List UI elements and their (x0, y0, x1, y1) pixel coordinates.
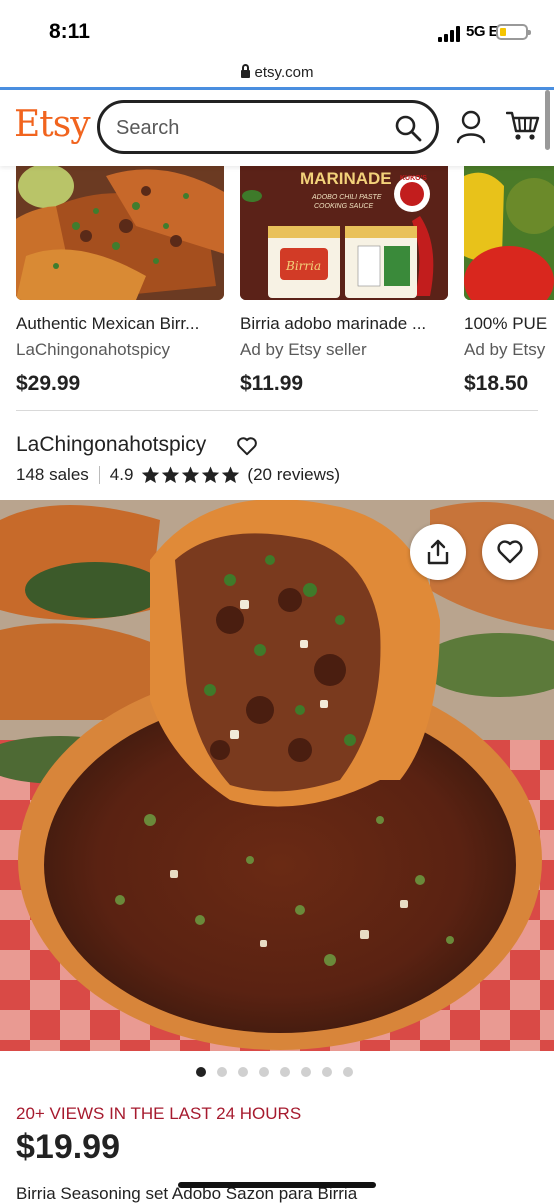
favorite-shop-heart-icon[interactable] (236, 436, 258, 456)
shop-sales: 148 sales (16, 465, 89, 484)
related-card-shop: LaChingonahotspicy (16, 340, 171, 359)
star-icon (202, 466, 220, 483)
lock-icon (240, 64, 250, 78)
shop-stats: 148 sales 4.9 (20 reviews) (16, 465, 340, 485)
related-card[interactable]: MARINADE ADOBO CHILI PASTE COOKING SAUCE… (240, 166, 450, 396)
jar-label: Birria (285, 259, 321, 273)
kukos-label: KUKO'S (400, 175, 427, 182)
related-card-price: $18.50 (464, 372, 529, 395)
tacos-photo (16, 166, 224, 300)
heart-icon (497, 540, 523, 564)
peppers-photo (464, 166, 554, 300)
pagination-dot[interactable] (301, 1067, 311, 1077)
pagination-dot[interactable] (196, 1067, 206, 1077)
network-label: 5G E (466, 23, 499, 40)
url-text: etsy.com (254, 64, 314, 81)
related-card-price: $11.99 (240, 372, 304, 395)
section-divider (16, 410, 538, 411)
pagination-dot[interactable] (343, 1067, 353, 1077)
related-card-image[interactable]: MARINADE ADOBO CHILI PASTE COOKING SAUCE… (240, 166, 448, 300)
share-icon (427, 539, 449, 565)
favorite-listing-button[interactable] (482, 524, 538, 580)
marinade-photo: MARINADE ADOBO CHILI PASTE COOKING SAUCE… (240, 166, 448, 300)
image-pagination (196, 1067, 364, 1077)
battery-icon (496, 24, 531, 40)
pagination-dot[interactable] (238, 1067, 248, 1077)
search-icon[interactable] (394, 114, 422, 142)
site-header: Etsy (0, 90, 554, 166)
status-time: 8:11 (49, 20, 90, 43)
related-listings: Authentic Mexican Birr... LaChingonahots… (0, 166, 554, 410)
search-box[interactable] (97, 100, 439, 154)
stat-divider (98, 466, 100, 484)
shop-reviews-link[interactable]: (20 reviews) (247, 465, 340, 485)
scrollbar-thumb[interactable] (545, 90, 550, 150)
pagination-dot[interactable] (217, 1067, 227, 1077)
related-card-title[interactable]: 100% PUE (464, 314, 554, 334)
marinade-subheading-2: COOKING SAUCE (314, 203, 373, 210)
related-card[interactable]: 100% PUE Ad by Etsy $18.50 (464, 166, 554, 396)
pagination-dot[interactable] (322, 1067, 332, 1077)
pagination-dot[interactable] (280, 1067, 290, 1077)
related-card-shop: Ad by Etsy (464, 340, 546, 359)
search-input[interactable] (116, 115, 376, 141)
pagination-dot[interactable] (259, 1067, 269, 1077)
listing-price: $19.99 (16, 1128, 120, 1166)
signal-icon (438, 26, 464, 42)
star-icon (182, 466, 200, 483)
listing-main-image[interactable] (0, 500, 554, 1051)
etsy-logo[interactable]: Etsy (14, 104, 91, 145)
shop-rating: 4.9 (109, 465, 134, 484)
star-icon (162, 466, 180, 483)
marinade-heading: MARINADE (300, 169, 392, 188)
status-bar: 8:11 5G E (0, 0, 554, 60)
marinade-subheading: ADOBO CHILI PASTE (311, 194, 382, 201)
related-card-image[interactable] (464, 166, 554, 300)
shop-name-link[interactable]: LaChingonahotspicy (16, 433, 206, 457)
related-card-image[interactable] (16, 166, 224, 300)
related-card-title[interactable]: Authentic Mexican Birr... (16, 314, 224, 334)
url-bar[interactable]: etsy.com (0, 60, 554, 88)
birria-photo (0, 500, 554, 1051)
related-card-shop: Ad by Etsy seller (240, 340, 367, 359)
star-icon (222, 466, 240, 483)
views-badge: 20+ VIEWS IN THE LAST 24 HOURS (16, 1104, 302, 1123)
related-card-price: $29.99 (16, 372, 81, 395)
related-card-title[interactable]: Birria adobo marinade ... (240, 314, 448, 334)
cart-icon[interactable] (506, 110, 540, 142)
share-button[interactable] (410, 524, 466, 580)
rating-stars (141, 466, 241, 484)
home-indicator[interactable] (178, 1182, 376, 1188)
related-card[interactable]: Authentic Mexican Birr... LaChingonahots… (16, 166, 226, 396)
user-icon[interactable] (456, 110, 486, 144)
star-icon (142, 466, 160, 483)
